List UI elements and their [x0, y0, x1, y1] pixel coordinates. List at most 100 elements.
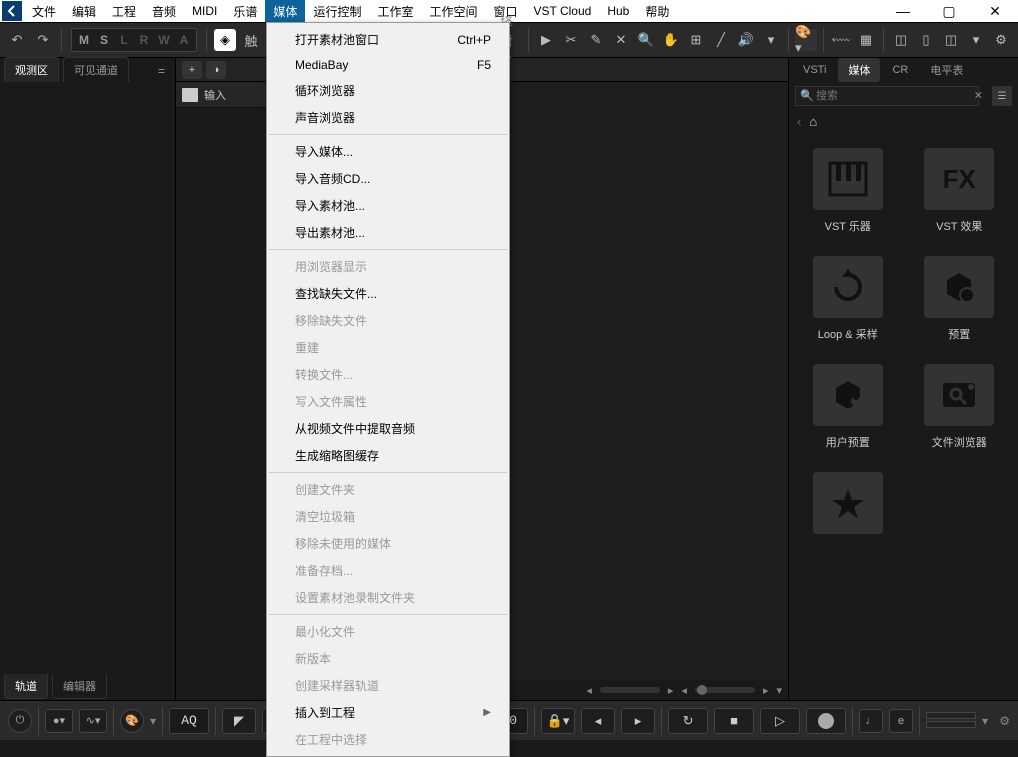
tool-comp[interactable]: ⊞	[685, 29, 707, 51]
close-button[interactable]: ✕	[972, 0, 1018, 22]
menu-文件[interactable]: 文件	[24, 0, 64, 23]
layout-3[interactable]: ◫	[940, 29, 962, 51]
tab-inspector[interactable]: 观测区	[4, 57, 59, 82]
tool-glue[interactable]: ✎	[585, 29, 607, 51]
tab-equals-icon[interactable]: =	[152, 60, 171, 82]
track-config-button[interactable]: ◑	[206, 61, 226, 79]
zoom-out-icon[interactable]: ◂	[681, 684, 687, 697]
transport-dropdown-icon[interactable]: ▾	[982, 714, 988, 728]
menu-编辑[interactable]: 编辑	[64, 0, 104, 23]
tool-erase[interactable]: ✕	[610, 29, 632, 51]
cycle-button[interactable]: ↻	[668, 708, 708, 734]
media-tile-文件浏览器[interactable]: 文件浏览器	[911, 364, 1009, 450]
state-R[interactable]: R	[134, 30, 154, 50]
maximize-button[interactable]: ▢	[926, 0, 972, 22]
lock-button[interactable]: 🔒▾	[541, 708, 575, 734]
tool-zoom[interactable]: 🔍	[635, 29, 657, 51]
forward-button[interactable]: ▸	[621, 708, 655, 734]
precount-button[interactable]: e	[889, 709, 913, 733]
menu-运行控制[interactable]: 运行控制	[305, 0, 369, 23]
punch-button[interactable]: ●▾	[45, 709, 73, 733]
state-M[interactable]: M	[74, 30, 94, 50]
wave-button[interactable]: ∿▾	[79, 709, 107, 733]
menu-音频[interactable]: 音频	[144, 0, 184, 23]
state-S[interactable]: S	[94, 30, 114, 50]
record-button[interactable]	[806, 708, 846, 734]
media-tile-VST 效果[interactable]: FXVST 效果	[911, 148, 1009, 234]
color-selector[interactable]: 🎨	[120, 709, 144, 733]
menu-VST Cloud[interactable]: VST Cloud	[526, 1, 600, 21]
zoom-dropdown-icon[interactable]: ▾	[776, 684, 782, 697]
stop-button[interactable]: ■	[714, 708, 754, 734]
tool-color[interactable]: ▾	[760, 29, 782, 51]
zoom-slider[interactable]	[695, 687, 755, 693]
layout-down[interactable]: ▾	[965, 29, 987, 51]
menuitem-打开素材池窗口[interactable]: 打开素材池窗口Ctrl+P	[267, 26, 509, 53]
media-tile-预置[interactable]: 预置	[911, 256, 1009, 342]
grid-button[interactable]: ▦	[855, 29, 877, 51]
menuitem-插入到工程[interactable]: 插入到工程▶	[267, 699, 509, 726]
settings-button[interactable]: ⚙	[990, 29, 1012, 51]
back-icon[interactable]: ‹	[797, 114, 801, 129]
undo-button[interactable]: ↶	[6, 29, 28, 51]
dropdown-icon[interactable]: ▾	[150, 714, 156, 728]
tool-hand[interactable]: ✋	[660, 29, 682, 51]
tab-track[interactable]: 轨道	[4, 674, 48, 699]
rewind-button[interactable]: ◂	[581, 708, 615, 734]
menuitem-生成缩略图缓存[interactable]: 生成缩略图缓存	[267, 442, 509, 469]
menu-帮助[interactable]: 帮助	[637, 0, 677, 23]
menu-媒体[interactable]: 媒体	[265, 0, 305, 23]
list-view-button[interactable]: ☰	[992, 86, 1012, 106]
redo-button[interactable]: ↷	[32, 29, 54, 51]
home-icon[interactable]: ⌂	[809, 114, 817, 129]
media-search-input[interactable]	[795, 86, 979, 106]
snap-button[interactable]: ⬳	[830, 29, 852, 51]
menuitem-循环浏览器[interactable]: 循环浏览器	[267, 77, 509, 104]
add-track-button[interactable]: +	[182, 61, 202, 79]
state-A[interactable]: A	[174, 30, 194, 50]
layout-2[interactable]: ▯	[915, 29, 937, 51]
tool-play[interactable]: 🔊	[735, 29, 757, 51]
tab-visibility[interactable]: 可见通道	[63, 57, 129, 82]
zoom-in-icon[interactable]: ▸	[763, 684, 769, 697]
clear-search-icon[interactable]: ✕	[974, 89, 983, 102]
right-tab-VSTi[interactable]: VSTi	[793, 60, 836, 80]
menuitem-MediaBay[interactable]: MediaBayF5	[267, 53, 509, 77]
menuitem-从视频文件中提取音频[interactable]: 从视频文件中提取音频	[267, 415, 509, 442]
menuitem-导入素材池...[interactable]: 导入素材池...	[267, 192, 509, 219]
menu-工程[interactable]: 工程	[104, 0, 144, 23]
media-tile-star[interactable]	[799, 472, 897, 534]
menuitem-查找缺失文件...[interactable]: 查找缺失文件...	[267, 280, 509, 307]
color-dropdown[interactable]: 🎨▾	[795, 29, 817, 51]
menu-工作空间[interactable]: 工作空间	[421, 0, 485, 23]
menuitem-导出素材池...[interactable]: 导出素材池...	[267, 219, 509, 246]
tool-scissors[interactable]: ✂	[560, 29, 582, 51]
menu-Hub[interactable]: Hub	[599, 1, 637, 21]
marker-l-button[interactable]: ◤	[222, 708, 256, 734]
menuitem-声音浏览器[interactable]: 声音浏览器	[267, 104, 509, 131]
menu-MIDI[interactable]: MIDI	[184, 1, 225, 21]
menu-工作室[interactable]: 工作室	[369, 0, 421, 23]
automation-mode-button[interactable]: ◈	[214, 29, 236, 51]
h-scrollbar[interactable]	[600, 687, 660, 693]
touch-button[interactable]: 触	[240, 29, 262, 51]
media-tile-用户预置[interactable]: 用户预置	[799, 364, 897, 450]
right-tab-CR[interactable]: CR	[882, 60, 918, 80]
media-tile-Loop & 采样[interactable]: Loop & 采样	[799, 256, 897, 342]
tool-line[interactable]: ╱	[710, 29, 732, 51]
right-tab-媒体[interactable]: 媒体	[838, 58, 880, 82]
right-tab-电平表[interactable]: 电平表	[920, 58, 973, 82]
menuitem-导入媒体...[interactable]: 导入媒体...	[267, 138, 509, 165]
minimize-button[interactable]: —	[880, 0, 926, 22]
transport-settings-icon[interactable]: ⚙	[999, 714, 1010, 728]
scroll-left-icon[interactable]: ◂	[586, 684, 592, 697]
media-tile-VST 乐器[interactable]: VST 乐器	[799, 148, 897, 234]
menuitem-导入音频CD...[interactable]: 导入音频CD...	[267, 165, 509, 192]
layout-1[interactable]: ◫	[890, 29, 912, 51]
state-L[interactable]: L	[114, 30, 134, 50]
scroll-right-icon[interactable]: ▸	[668, 684, 674, 697]
metronome-button[interactable]: ♩	[859, 709, 883, 733]
power-button[interactable]: ⏻	[8, 709, 32, 733]
tool-pointer[interactable]: ▶	[535, 29, 557, 51]
menu-乐谱[interactable]: 乐谱	[225, 0, 265, 23]
